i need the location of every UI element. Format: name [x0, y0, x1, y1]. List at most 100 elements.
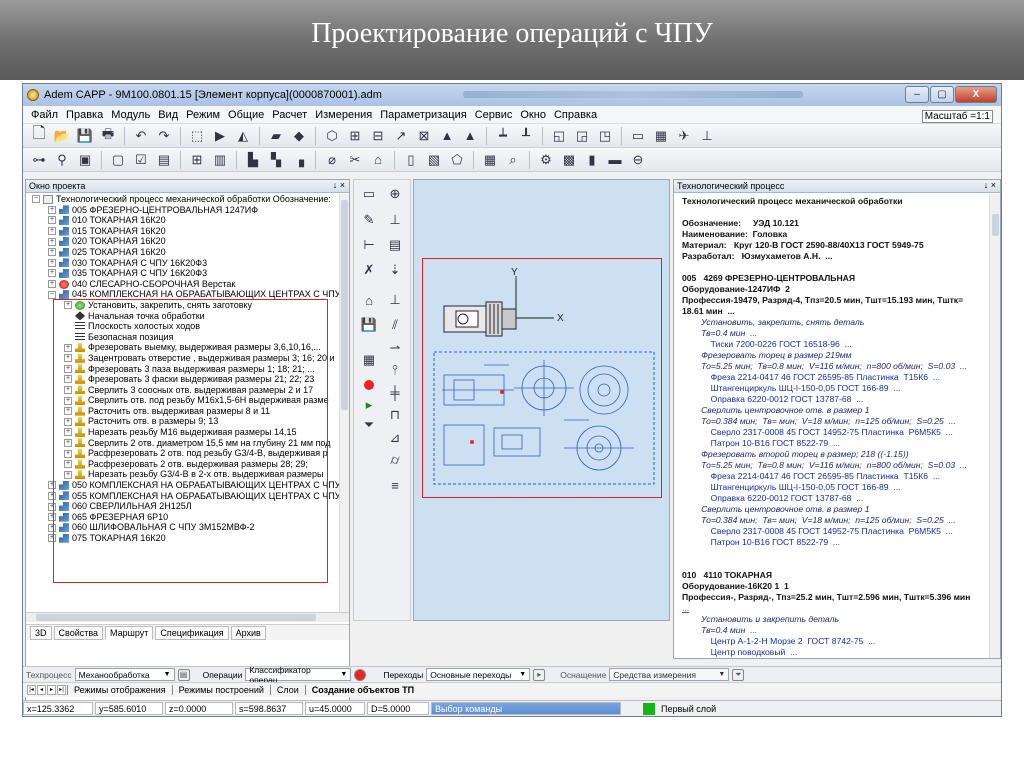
tool-icon-e[interactable]: ⊞: [345, 126, 365, 146]
expand-toggle-icon[interactable]: +: [64, 407, 72, 416]
tool-icon-y[interactable]: ▤: [154, 150, 174, 170]
tool-icon-ao[interactable]: ▮: [582, 150, 602, 170]
tab-specification[interactable]: Спецификация: [155, 625, 229, 640]
tool-icon-h[interactable]: ⊠: [414, 126, 434, 146]
tree-item[interactable]: + Расфрезеровать 2 отв. выдерживая размер…: [26, 459, 349, 470]
techprocess-select[interactable]: Механообработка ▼: [74, 668, 175, 681]
layers-icon[interactable]: ≡: [384, 475, 406, 495]
tool-icon-x[interactable]: ☑: [131, 150, 151, 170]
cutter-icon[interactable]: ⊥: [384, 210, 406, 230]
tree-item[interactable]: +040 СЛЕСАРНО-СБОРОЧНАЯ Верстак: [26, 279, 349, 290]
tool-icon-d[interactable]: ◆: [289, 126, 309, 146]
expand-toggle-icon[interactable]: +: [48, 502, 56, 511]
bracket-icon[interactable]: ⊢: [358, 235, 380, 255]
tree-item[interactable]: + Расточить отв. в размеры 9; 13: [26, 416, 349, 427]
tree-item[interactable]: +060 СВЕРЛИЛЬНАЯ 2Н125Л: [26, 501, 349, 512]
tool-icon-z[interactable]: ⊞: [187, 150, 207, 170]
tool-icon-j[interactable]: ▲: [460, 126, 480, 146]
tool-icon-k[interactable]: ┷: [493, 126, 513, 146]
tree-item[interactable]: + Расфрезеровать 2 отв. под резьбу G3/4-B…: [26, 448, 349, 459]
tree-item[interactable]: + Расточить отв. выдерживая размеры 8 и 1…: [26, 406, 349, 417]
tree-item[interactable]: + Нарезать резьбу G3/4-B в 2-х отв. выдер…: [26, 469, 349, 480]
expand-toggle-icon[interactable]: +: [48, 258, 56, 267]
tilt-icon[interactable]: ⊿: [384, 428, 406, 448]
mill-icon[interactable]: ⫽: [384, 315, 406, 335]
tool-icon-ag[interactable]: ⌂: [368, 150, 388, 170]
collapse-toggle-icon[interactable]: −: [48, 290, 56, 299]
tree-item[interactable]: + Фрезеровать выемку, выдерживая размеры …: [26, 342, 349, 353]
tool-icon-u[interactable]: ⚲: [52, 150, 72, 170]
tree-item[interactable]: Безопасная позиция: [26, 332, 349, 343]
expand-toggle-icon[interactable]: +: [48, 227, 56, 236]
tree-item[interactable]: Начальная точка обработки: [26, 311, 349, 322]
tree-item[interactable]: +010 ТОКАРНАЯ 16К20: [26, 215, 349, 226]
menu-general[interactable]: Общие: [224, 109, 268, 121]
save-small-icon[interactable]: 💾: [358, 315, 380, 335]
tool-icon-s[interactable]: ⊥: [697, 126, 717, 146]
menu-mode[interactable]: Режим: [182, 109, 224, 121]
tree-item[interactable]: +050 КОМПЛЕКСНАЯ НА ОБРАБАТЫВАЮЩИХ ЦЕНТР…: [26, 480, 349, 491]
tool-icon-n[interactable]: ◲: [572, 126, 592, 146]
delete-icon[interactable]: ✗: [358, 260, 380, 280]
tree-item[interactable]: +055 КОМПЛЕКСНАЯ НА ОБРАБАТЫВАЮЩИХ ЦЕНТР…: [26, 491, 349, 502]
green-play-icon[interactable]: ▸: [358, 395, 380, 415]
tab-construction-modes[interactable]: Режимы построений: [171, 685, 270, 695]
redo-icon[interactable]: ↷: [154, 126, 174, 146]
tree-item[interactable]: +035 ТОКАРНАЯ С ЧПУ 16К20Ф3: [26, 268, 349, 279]
expand-toggle-icon[interactable]: +: [64, 460, 72, 469]
expand-toggle-icon[interactable]: +: [64, 385, 72, 394]
tool-icon-ae[interactable]: ⌀: [322, 150, 342, 170]
expand-toggle-icon[interactable]: +: [48, 534, 56, 543]
tool-icon-af[interactable]: ✂: [345, 150, 365, 170]
tree-item[interactable]: − 045 КОМПЛЕКСНАЯ НА ОБРАБАТЫВАЮЩИХ ЦЕНТР…: [26, 289, 349, 300]
tool-icon-c[interactable]: ▰: [266, 126, 286, 146]
funnel-icon[interactable]: ⏷: [358, 415, 380, 435]
expand-toggle-icon[interactable]: +: [64, 470, 72, 479]
tool-icon-ac[interactable]: ▚: [266, 150, 286, 170]
tree-item[interactable]: +025 ТОКАРНАЯ 16К20: [26, 247, 349, 258]
tool-holder-icon[interactable]: ⊕: [384, 184, 406, 204]
tree-item[interactable]: +005 ФРЕЗЕРНО-ЦЕНТРОВАЛЬНАЯ 1247ИФ: [26, 205, 349, 216]
tool-icon-o[interactable]: ◳: [595, 126, 615, 146]
tab-archive[interactable]: Архив: [230, 625, 266, 640]
menu-param[interactable]: Параметризация: [376, 109, 470, 121]
tree-item[interactable]: + Установить, закрепить, снять заготовку: [26, 300, 349, 311]
tree-item[interactable]: − Технологический процесс механической об…: [26, 194, 349, 205]
tool-icon-t[interactable]: ⊶: [29, 150, 49, 170]
prev-tab-icon[interactable]: ◂: [37, 685, 46, 695]
panel-pin-icon[interactable]: ↓ ×: [984, 180, 996, 190]
tool-icon-aq[interactable]: ⊖: [628, 150, 648, 170]
tree-item[interactable]: +075 ТОКАРНАЯ 16К20: [26, 533, 349, 544]
filter-icon[interactable]: ⏷: [732, 668, 745, 681]
step-tool-icon[interactable]: ⊓: [384, 405, 406, 425]
expand-toggle-icon[interactable]: +: [64, 438, 72, 447]
tree-item[interactable]: + Фрезеровать 3 паза выдерживая размеры 1…: [26, 364, 349, 375]
tool-icon-ak[interactable]: ▦: [480, 150, 500, 170]
expand-toggle-icon[interactable]: +: [64, 449, 72, 458]
tool-icon-i[interactable]: ▲: [437, 126, 457, 146]
arrow-tool-icon[interactable]: ⇀: [384, 338, 406, 358]
panel-pin-icon[interactable]: ↓ ×: [333, 180, 345, 190]
expand-toggle-icon[interactable]: +: [48, 269, 56, 278]
save-icon[interactable]: 💾: [75, 126, 95, 146]
minimize-button[interactable]: –: [905, 86, 929, 103]
red-circle-icon[interactable]: [354, 668, 367, 681]
expand-toggle-icon[interactable]: +: [64, 428, 72, 437]
tool-icon-ah[interactable]: ▯: [401, 150, 421, 170]
play-icon[interactable]: ▸: [533, 668, 546, 681]
frame-icon[interactable]: ▭: [358, 184, 380, 204]
menu-file[interactable]: Файл: [27, 109, 62, 121]
process-vertical-scrollbar[interactable]: [989, 194, 1000, 658]
tool-icon-aj[interactable]: ⬠: [447, 150, 467, 170]
menu-calc[interactable]: Расчет: [268, 109, 311, 121]
expand-toggle-icon[interactable]: +: [48, 248, 56, 257]
tree-item[interactable]: +015 ТОКАРНАЯ 16К20: [26, 226, 349, 237]
stamp-icon[interactable]: ⌂: [358, 290, 380, 310]
expand-toggle-icon[interactable]: +: [64, 354, 72, 363]
expand-toggle-icon[interactable]: +: [48, 481, 56, 490]
techprocess-button-icon[interactable]: ▤: [177, 668, 190, 681]
last-tab-icon[interactable]: ▸|: [57, 685, 66, 695]
tool-icon-am[interactable]: ⚙: [536, 150, 556, 170]
tree-item[interactable]: + Зацентровать отверстие , выдерживая раз…: [26, 353, 349, 364]
menu-view[interactable]: Вид: [154, 109, 182, 121]
